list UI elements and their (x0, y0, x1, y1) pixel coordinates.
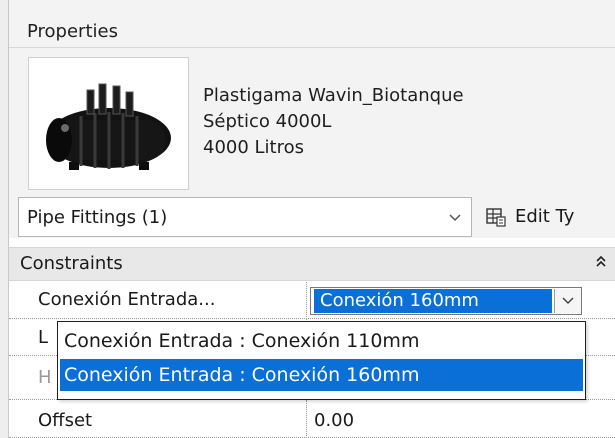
chevron-down-icon[interactable] (446, 207, 464, 229)
category-filter-label: Pipe Fittings (1) (27, 207, 168, 228)
parameter-name: Conexión Entrada... (38, 289, 216, 310)
column-divider (306, 400, 307, 438)
edit-type-icon[interactable] (486, 207, 506, 227)
family-type-name: Plastigama Wavin_Biotanque Séptico 4000L… (203, 83, 464, 161)
family-name-line-3: 4000 Litros (203, 137, 305, 158)
window-left-border (0, 0, 8, 438)
family-name-line-1: Plastigama Wavin_Biotanque (203, 85, 464, 106)
double-chevron-up-icon[interactable] (595, 252, 607, 279)
constraints-group-label: Constraints (20, 253, 123, 274)
parameter-name: L (38, 327, 49, 348)
family-name-line-2: Séptico 4000L (203, 111, 332, 132)
edit-type-button[interactable]: Edit Ty (515, 206, 574, 228)
offset-value[interactable]: 0.00 (314, 410, 354, 432)
property-row (9, 400, 615, 438)
parameter-name: H (38, 367, 52, 388)
parameter-name: Offset (38, 410, 93, 431)
panel-title: Properties (27, 21, 118, 42)
dropdown-option-selected[interactable]: Conexión Entrada : Conexión 160mm (60, 359, 583, 391)
chevron-down-icon[interactable] (554, 289, 581, 313)
parameter-value-text[interactable]: Conexión 160mm (314, 289, 552, 313)
column-divider (306, 282, 307, 319)
septic-tank-icon (46, 83, 171, 170)
family-thumbnail (28, 57, 189, 190)
dropdown-option[interactable]: Conexión Entrada : Conexión 110mm (60, 325, 583, 357)
